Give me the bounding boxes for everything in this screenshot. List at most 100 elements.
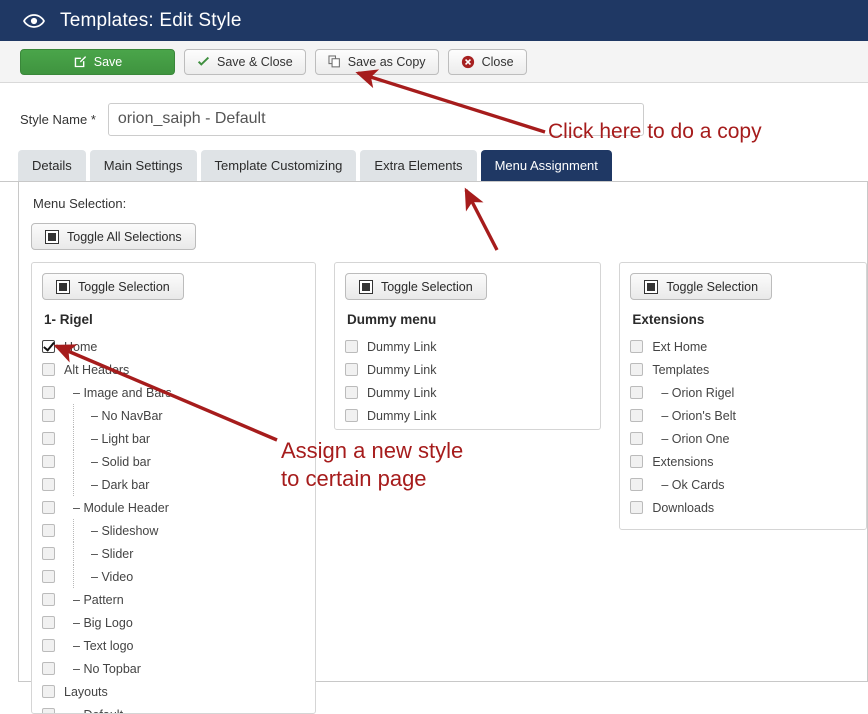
menu-item[interactable]: – Slider [42,542,305,565]
menu-item[interactable]: – Video [42,565,305,588]
menu-item-checkbox[interactable] [42,662,55,675]
menu-item[interactable]: Downloads [630,496,856,519]
menu-item[interactable]: – Slideshow [42,519,305,542]
menu-item[interactable]: Layouts [42,680,305,703]
menu-item-checkbox[interactable] [42,386,55,399]
menu-item-checkbox[interactable] [42,340,55,353]
tab-template-customizing[interactable]: Template Customizing [201,150,357,181]
menu-item[interactable]: – Ok Cards [630,473,856,496]
menu-item[interactable]: Dummy Link [345,335,590,358]
menu-item[interactable]: Ext Home [630,335,856,358]
menu-item-checkbox[interactable] [42,363,55,376]
menu-item-checkbox[interactable] [630,455,643,468]
tab-details[interactable]: Details [18,150,86,181]
save-and-close-button[interactable]: Save & Close [184,49,306,75]
menu-item-checkbox[interactable] [345,409,358,422]
menu-item[interactable]: Alt Headers [42,358,305,381]
menu-item-label: Home [64,340,97,354]
toggle-selection-button[interactable]: Toggle Selection [345,273,487,300]
menu-item-label-wrap: – Orion Rigel [652,386,734,400]
menu-item[interactable]: – Big Logo [42,611,305,634]
menu-item-label-wrap: – Default [64,708,123,714]
menu-item-dash: – [73,616,83,630]
tree-guide-line [73,542,74,565]
save-as-copy-button[interactable]: Save as Copy [315,49,439,75]
menu-item-list: Home Alt Headers– Image and Bars – No NavB… [42,335,305,714]
menu-item[interactable]: – Orion's Belt [630,404,856,427]
save-button[interactable]: Save [20,49,175,75]
menu-item-checkbox[interactable] [42,570,55,583]
style-name-input[interactable] [108,103,644,136]
menu-item[interactable]: – Dark bar [42,473,305,496]
menu-item-checkbox[interactable] [630,432,643,445]
menu-item-checkbox[interactable] [42,524,55,537]
menu-item-checkbox[interactable] [42,455,55,468]
menu-item-checkbox[interactable] [42,593,55,606]
menu-item[interactable]: – Module Header [42,496,305,519]
menu-column-2: Toggle Selection Dummy menu Dummy Link Dumm… [334,262,601,430]
menu-item-dash: – [91,478,101,492]
menu-item-checkbox[interactable] [630,409,643,422]
menu-item[interactable]: – No Topbar [42,657,305,680]
menu-item-checkbox[interactable] [42,478,55,491]
menu-item-checkbox[interactable] [42,432,55,445]
menu-item-checkbox[interactable] [630,340,643,353]
menu-item[interactable]: – Orion Rigel [630,381,856,404]
menu-item[interactable]: – No NavBar [42,404,305,427]
style-name-label: Style Name * [20,112,96,127]
menu-item-checkbox[interactable] [42,409,55,422]
menu-item[interactable]: – Image and Bars [42,381,305,404]
tab-label: Main Settings [104,158,183,173]
menu-item-dash: – [73,386,83,400]
menu-item-checkbox[interactable] [630,478,643,491]
tab-main-settings[interactable]: Main Settings [90,150,197,181]
menu-item-checkbox[interactable] [345,363,358,376]
menu-item-checkbox[interactable] [345,340,358,353]
menu-item[interactable]: Dummy Link [345,358,590,381]
close-button[interactable]: Close [448,49,527,75]
close-circle-icon [461,55,475,69]
menu-item[interactable]: Templates [630,358,856,381]
menu-item[interactable]: Dummy Link [345,381,590,404]
page-title: Templates: Edit Style [60,10,242,32]
menu-item-label: Video [101,570,133,584]
toggle-selection-button[interactable]: Toggle Selection [42,273,184,300]
menu-item-checkbox[interactable] [42,685,55,698]
menu-item-label: Module Header [83,501,168,515]
tab-menu-assignment[interactable]: Menu Assignment [481,150,612,181]
menu-item-checkbox[interactable] [630,386,643,399]
menu-item-checkbox[interactable] [42,639,55,652]
menu-item[interactable]: – Orion One [630,427,856,450]
tab-label: Menu Assignment [495,158,598,173]
menu-item-label-wrap: – Video [64,570,133,584]
menu-item[interactable]: Extensions [630,450,856,473]
menu-item-checkbox[interactable] [42,547,55,560]
menu-item-checkbox[interactable] [42,501,55,514]
tree-guide-line [73,427,74,450]
menu-item-label-wrap: – Ok Cards [652,478,724,492]
menu-item-label-wrap: – No NavBar [64,409,163,423]
menu-item-label: Dummy Link [367,363,436,377]
menu-assignment-panel: Menu Selection: Toggle All Selections To… [18,182,868,682]
toggle-square-icon [359,280,373,294]
menu-item[interactable]: – Light bar [42,427,305,450]
tab-extra-elements[interactable]: Extra Elements [360,150,476,181]
toggle-all-selections-button[interactable]: Toggle All Selections [31,223,196,250]
menu-item-label-wrap: – Pattern [64,593,124,607]
menu-item-checkbox[interactable] [42,616,55,629]
menu-item-checkbox[interactable] [345,386,358,399]
close-button-label: Close [482,55,514,69]
menu-item[interactable]: – Solid bar [42,450,305,473]
menu-item-label: Dummy Link [367,386,436,400]
menu-item[interactable]: – Text logo [42,634,305,657]
menu-column-title: Dummy menu [347,312,590,327]
menu-item-label: Ext Home [652,340,707,354]
menu-item[interactable]: Home [42,335,305,358]
menu-item-dash: – [73,662,83,676]
menu-item-checkbox[interactable] [630,363,643,376]
toggle-selection-button[interactable]: Toggle Selection [630,273,772,300]
menu-item-checkbox[interactable] [630,501,643,514]
menu-item[interactable]: – Pattern [42,588,305,611]
tree-guide-line [73,565,74,588]
menu-item[interactable]: Dummy Link [345,404,590,427]
